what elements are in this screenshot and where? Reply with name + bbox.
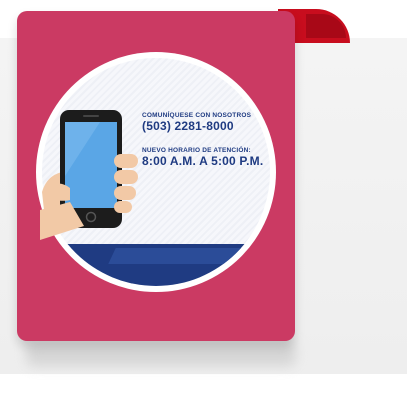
phone-speaker bbox=[83, 115, 99, 117]
contact-banner: COMUNÍQUESE CON NOSOTROS (503) 2281-8000… bbox=[0, 0, 407, 396]
ribbon-fold bbox=[306, 14, 346, 38]
smartphone-in-hand-icon bbox=[40, 110, 138, 240]
hours-value: 8:00 A.M. A 5:00 P.M. bbox=[142, 154, 264, 168]
sleeve-shade bbox=[108, 248, 256, 264]
finger-4 bbox=[114, 201, 132, 213]
finger-3 bbox=[114, 186, 136, 200]
finger-2 bbox=[114, 170, 138, 184]
contact-text: COMUNÍQUESE CON NOSOTROS (503) 2281-8000… bbox=[142, 112, 282, 168]
card-shadow bbox=[26, 340, 296, 366]
phone-number: (503) 2281-8000 bbox=[142, 119, 234, 133]
finger-1 bbox=[114, 154, 138, 168]
